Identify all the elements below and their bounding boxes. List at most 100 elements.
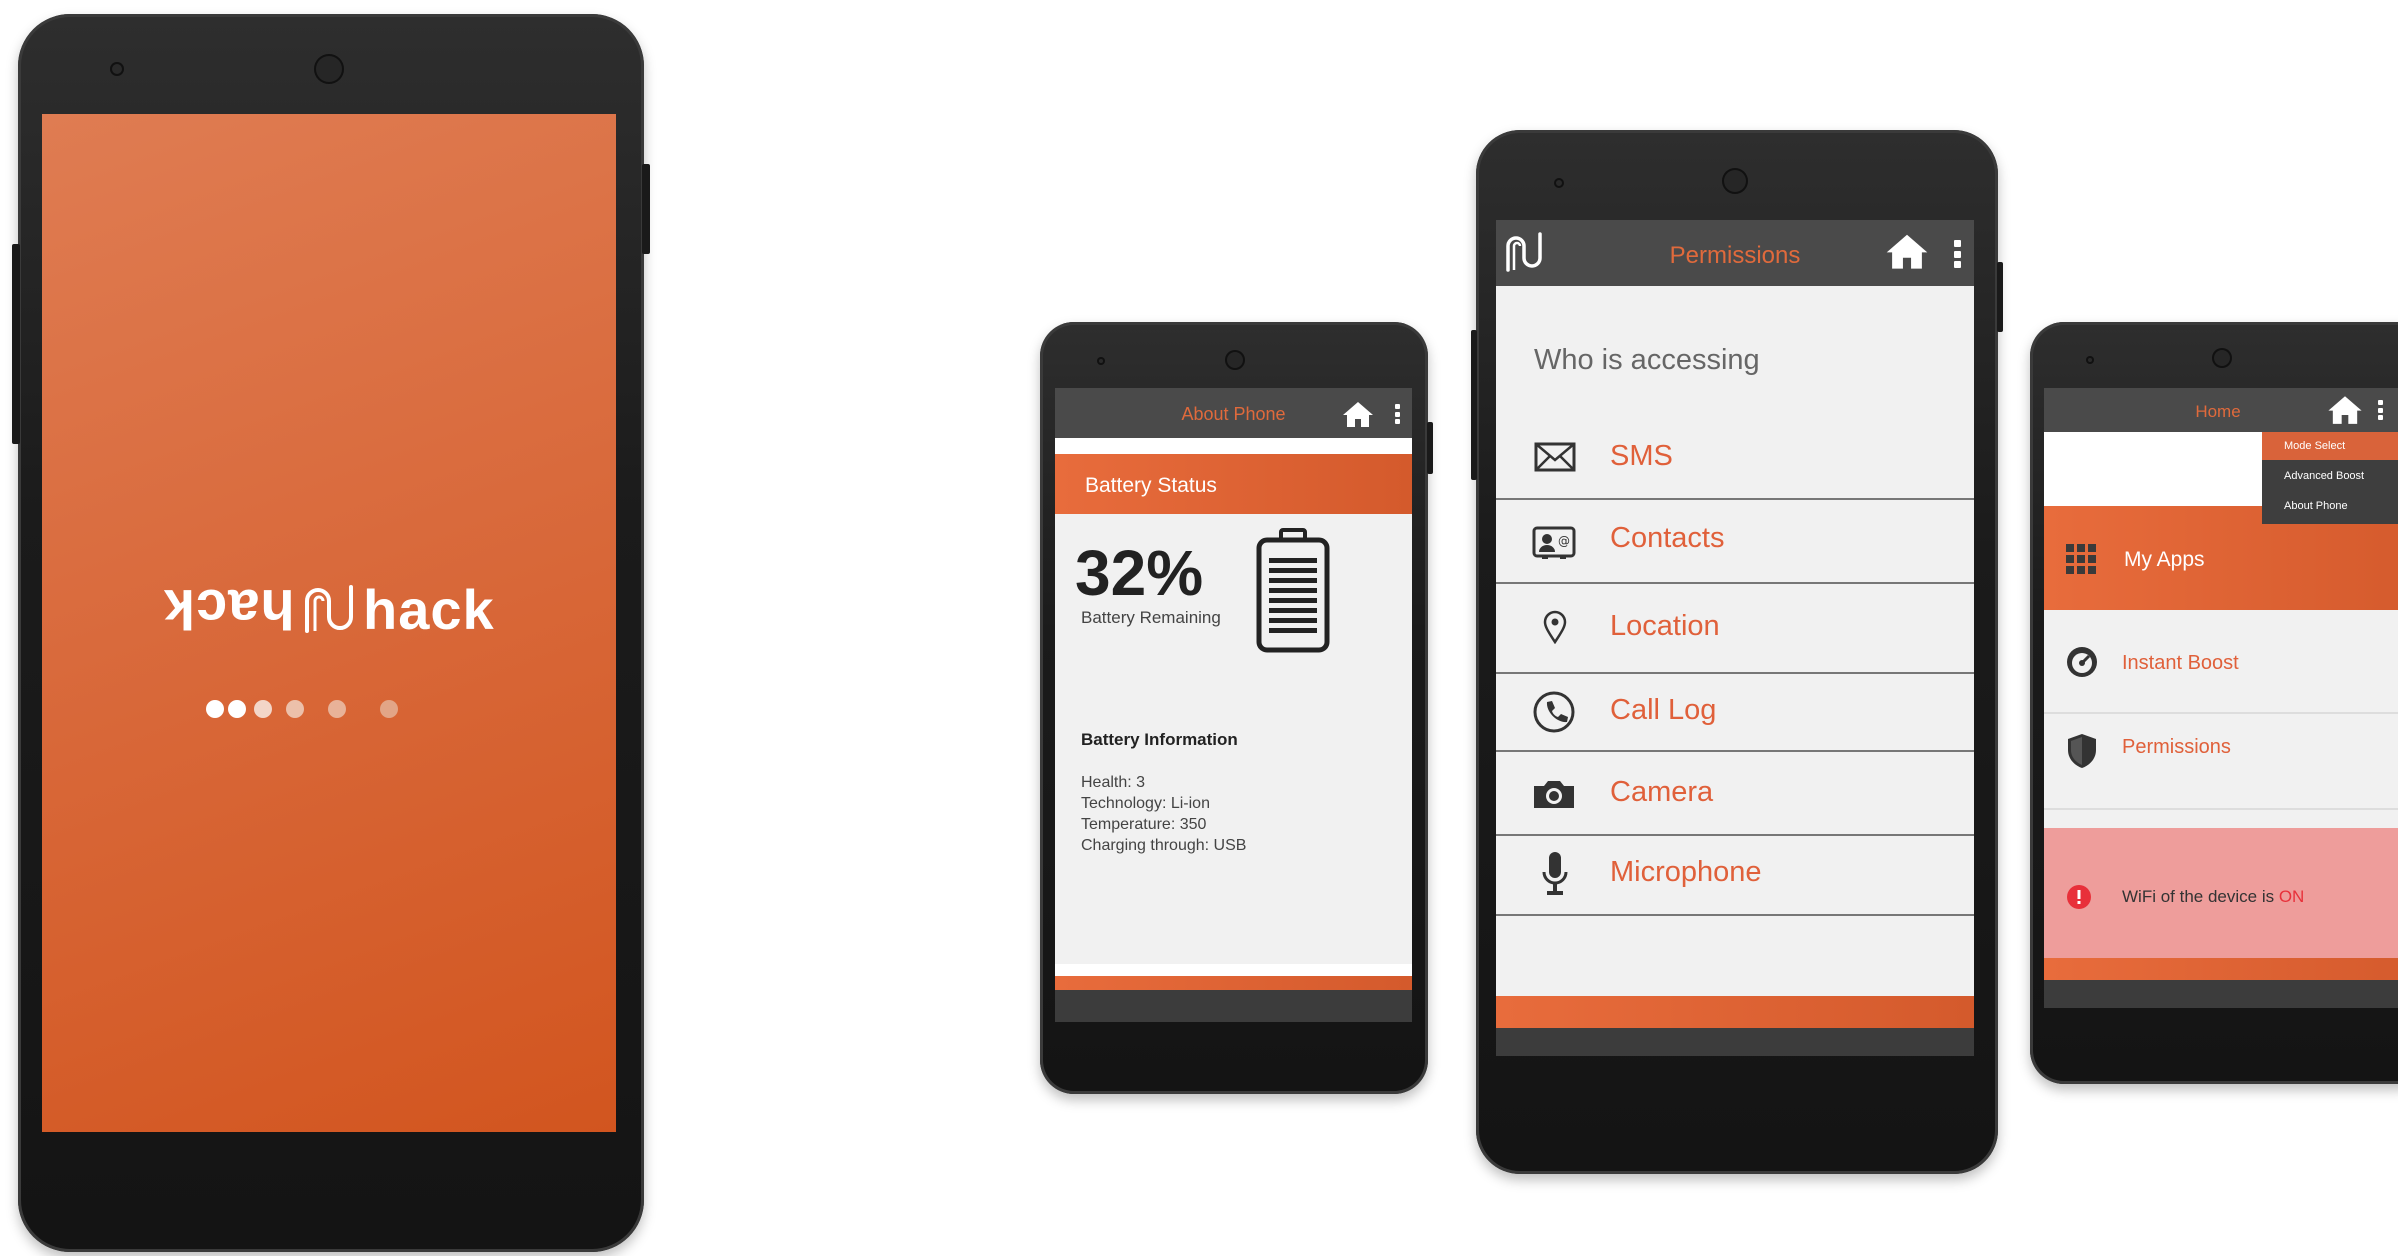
loading-dots bbox=[206, 698, 446, 722]
front-camera bbox=[2086, 356, 2094, 364]
front-camera bbox=[1554, 178, 1564, 188]
battery-percent: 32% bbox=[1075, 537, 1204, 609]
menu-item-advanced-boost[interactable]: Advanced Boost bbox=[2262, 462, 2398, 490]
menu-item-mode-select[interactable]: Mode Select bbox=[2262, 432, 2398, 460]
overflow-menu-icon[interactable] bbox=[2378, 400, 2383, 420]
loading-dot bbox=[328, 700, 346, 718]
logo-u-icon bbox=[305, 585, 353, 633]
permission-label: Call Log bbox=[1610, 694, 1717, 726]
phone-splash: hack hack bbox=[12, 14, 650, 1252]
front-camera bbox=[110, 62, 124, 76]
overflow-dropdown-menu: Mode Select Advanced Boost About Phone bbox=[2262, 432, 2398, 524]
permission-row-contacts[interactable]: @ Contacts bbox=[1496, 500, 1974, 584]
about-screen: About Phone Battery Status 32% Battery R… bbox=[1055, 388, 1412, 1022]
permission-label: Location bbox=[1610, 610, 1720, 642]
app-bar: Home bbox=[2044, 388, 2398, 432]
battery-info-list: Health: 3 Technology: Li-ion Temperature… bbox=[1081, 772, 1246, 856]
menu-item-label: Advanced Boost bbox=[2284, 470, 2365, 482]
home-item-label: Instant Boost bbox=[2122, 652, 2239, 674]
loading-dot bbox=[206, 700, 224, 718]
splash-screen: hack hack bbox=[42, 114, 616, 1132]
bottom-strip bbox=[2044, 958, 2398, 980]
wifi-alert: WiFi of the device is ON bbox=[2044, 828, 2398, 958]
bottom-white bbox=[1055, 964, 1412, 976]
permissions-heading: Who is accessing bbox=[1534, 344, 1760, 376]
section-header: Battery Status bbox=[1055, 454, 1412, 514]
permission-row-location[interactable]: Location bbox=[1496, 584, 1974, 674]
nav-bar bbox=[1496, 1028, 1974, 1056]
permissions-screen: Permissions Who is accessing SMS @ Conta… bbox=[1496, 220, 1974, 1056]
contact-card-icon: @ bbox=[1532, 526, 1576, 559]
home-icon[interactable] bbox=[2326, 394, 2364, 425]
battery-caption: Battery Remaining bbox=[1081, 608, 1221, 627]
nav-bar bbox=[2044, 980, 2398, 1008]
app-bar: About Phone bbox=[1055, 388, 1412, 438]
app-logo: hack hack bbox=[42, 574, 616, 644]
battery-icon bbox=[1256, 528, 1330, 653]
wifi-alert-label: WiFi of the device is bbox=[2122, 887, 2279, 906]
info-charging: Charging through: USB bbox=[1081, 837, 1247, 854]
white-gap bbox=[1055, 438, 1412, 454]
earpiece-speaker bbox=[2212, 348, 2232, 368]
alert-icon bbox=[2067, 885, 2091, 909]
info-technology: Technology: Li-ion bbox=[1081, 795, 1210, 812]
menu-item-about-phone[interactable]: About Phone bbox=[2262, 492, 2398, 520]
home-item-instant-boost[interactable]: Instant Boost bbox=[2044, 610, 2398, 714]
nav-bar bbox=[1055, 990, 1412, 1022]
permission-label: SMS bbox=[1610, 440, 1673, 472]
section-header-label: Battery Status bbox=[1085, 474, 1217, 497]
earpiece-speaker bbox=[314, 54, 344, 84]
grid-icon bbox=[2066, 544, 2096, 574]
app-bar-title: Home bbox=[2195, 402, 2241, 421]
menu-item-label: About Phone bbox=[2284, 500, 2348, 512]
envelope-icon bbox=[1534, 442, 1576, 472]
permission-row-microphone[interactable]: Microphone bbox=[1496, 836, 1974, 916]
wifi-alert-text: WiFi of the device is ON bbox=[2122, 887, 2304, 907]
battery-info-title: Battery Information bbox=[1081, 730, 1238, 749]
front-camera bbox=[1097, 357, 1105, 365]
home-item-permissions[interactable]: Permissions bbox=[2044, 714, 2398, 810]
home-icon[interactable] bbox=[1341, 400, 1375, 428]
camera-icon bbox=[1534, 781, 1574, 808]
home-item-label: My Apps bbox=[2124, 548, 2205, 571]
menu-item-label: Mode Select bbox=[2284, 440, 2346, 452]
earpiece-speaker bbox=[1225, 350, 1245, 370]
side-button bbox=[1997, 262, 2003, 332]
phone-home: Home My Apps Instant Boost Permissions W… bbox=[2030, 322, 2398, 1084]
side-button bbox=[1427, 422, 1433, 474]
logo-main-text: hack bbox=[363, 577, 495, 641]
phone-permissions: Permissions Who is accessing SMS @ Conta… bbox=[1471, 130, 2003, 1174]
logo-mirror-text: hack bbox=[163, 577, 295, 641]
app-bar: Permissions bbox=[1496, 220, 1974, 286]
permission-label: Contacts bbox=[1610, 522, 1725, 554]
permission-label: Microphone bbox=[1610, 856, 1762, 888]
loading-dot bbox=[254, 700, 272, 718]
home-item-label: Permissions bbox=[2122, 736, 2231, 758]
phone-icon bbox=[1533, 691, 1575, 733]
home-icon[interactable] bbox=[1884, 232, 1930, 270]
side-button bbox=[12, 244, 20, 444]
loading-dot bbox=[380, 700, 398, 718]
permission-row-camera[interactable]: Camera bbox=[1496, 752, 1974, 836]
side-button bbox=[642, 164, 650, 254]
wifi-status: ON bbox=[2278, 887, 2305, 906]
bottom-strip bbox=[1055, 976, 1412, 990]
info-temperature: Temperature: 350 bbox=[1081, 816, 1207, 833]
permission-label: Camera bbox=[1610, 776, 1714, 808]
loading-dot bbox=[286, 700, 304, 718]
permission-row-call-log[interactable]: Call Log bbox=[1496, 674, 1974, 752]
location-pin-icon bbox=[1543, 610, 1567, 644]
info-health: Health: 3 bbox=[1081, 774, 1146, 791]
permission-row-sms[interactable]: SMS bbox=[1496, 410, 1974, 500]
loading-dot bbox=[228, 700, 246, 718]
bottom-strip bbox=[1496, 996, 1974, 1028]
svg-text:@: @ bbox=[1558, 534, 1570, 548]
home-screen: Home My Apps Instant Boost Permissions W… bbox=[2044, 388, 2398, 1008]
overflow-menu-icon[interactable] bbox=[1395, 404, 1400, 424]
microphone-icon bbox=[1542, 852, 1568, 895]
side-button bbox=[1471, 330, 1477, 480]
earpiece-speaker bbox=[1722, 168, 1748, 194]
overflow-menu-icon[interactable] bbox=[1954, 240, 1961, 268]
gauge-icon bbox=[2067, 647, 2097, 677]
shield-icon bbox=[2068, 734, 2096, 768]
